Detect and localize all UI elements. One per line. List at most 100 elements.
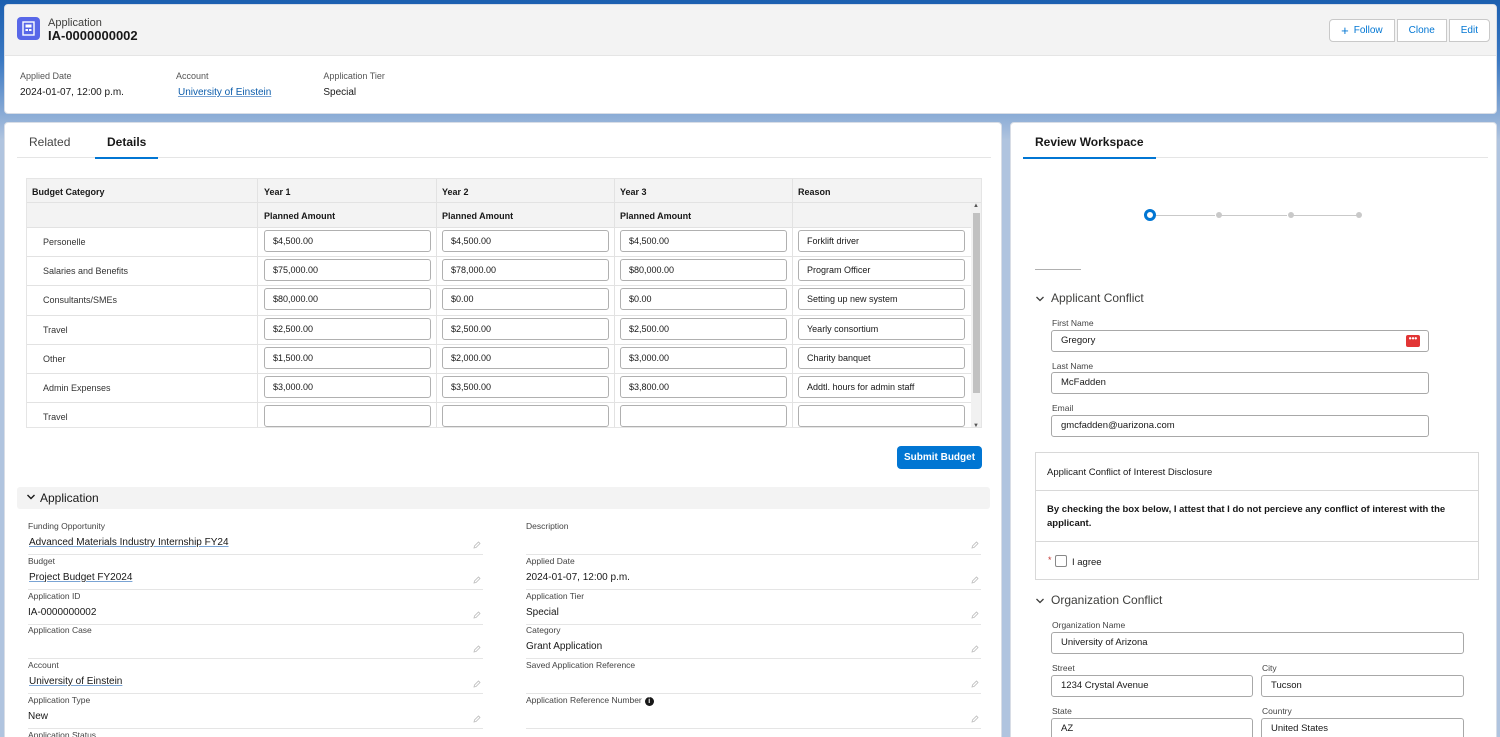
planned-amount-input-y3[interactable]: $0.00 — [620, 288, 787, 311]
planned-amount-input-y2[interactable]: $2,500.00 — [442, 317, 609, 340]
planned-amount-input-y3[interactable]: $4,500.00 — [620, 230, 787, 252]
planned-amount-input-y2[interactable]: $2,000.00 — [442, 346, 609, 369]
edit-pencil-icon[interactable] — [473, 641, 481, 656]
edit-pencil-icon[interactable] — [971, 572, 979, 587]
budget-category-cell: Travel — [43, 412, 68, 423]
edit-pencil-icon[interactable] — [473, 607, 481, 622]
field-saved-application-reference: Saved Application Reference — [526, 660, 981, 695]
reason-input[interactable]: Forklift driver — [798, 230, 965, 252]
planned-amount-input-y1[interactable]: $75,000.00 — [264, 259, 431, 282]
info-icon[interactable]: i — [644, 697, 654, 706]
review-tabset: Review Workspace — [1023, 129, 1488, 159]
scroll-up-arrow-icon[interactable]: ▲ — [973, 203, 979, 209]
planned-amount-input-y2[interactable]: $78,000.00 — [442, 259, 609, 282]
planned-amount-input-y2[interactable] — [442, 405, 609, 427]
planned-amount-input-y1[interactable] — [264, 405, 431, 427]
field-description: Description — [526, 521, 981, 555]
planned-amount-input-y2[interactable]: $3,500.00 — [442, 376, 609, 398]
scroll-thumb[interactable] — [973, 213, 980, 393]
planned-amount-input-y3[interactable]: $3,000.00 — [620, 346, 787, 369]
scroll-down-arrow-icon[interactable]: ▼ — [973, 423, 979, 427]
planned-amount-input-y1[interactable]: $3,000.00 — [264, 376, 431, 398]
col-year-2: Year 2 — [442, 187, 469, 197]
planned-amount-input-y3[interactable] — [620, 405, 787, 427]
organization-conflict-header[interactable]: Organization Conflict — [1035, 593, 1162, 607]
applicant-conflict-header[interactable]: Applicant Conflict — [1035, 291, 1144, 305]
agree-checkbox-label[interactable]: I agree — [1072, 557, 1102, 568]
tab-review-workspace[interactable]: Review Workspace — [1023, 135, 1156, 159]
required-marker: * — [1048, 555, 1052, 565]
reason-input[interactable]: Yearly consortium — [798, 317, 965, 340]
street-input[interactable]: 1234 Crystal Avenue — [1051, 675, 1253, 697]
edit-pencil-icon[interactable] — [473, 711, 481, 726]
application-section-header[interactable]: Application — [17, 487, 990, 509]
path-step-2[interactable] — [1216, 212, 1222, 218]
path-step-1[interactable] — [1144, 209, 1156, 221]
conflict-of-interest-disclosure: Applicant Conflict of Interest Disclosur… — [1035, 452, 1479, 580]
password-manager-icon[interactable]: ••• — [1406, 335, 1420, 347]
edit-pencil-icon[interactable] — [473, 537, 481, 552]
budget-table-scrollbar[interactable]: ▲ ▼ — [971, 203, 981, 427]
country-input[interactable]: United States — [1261, 718, 1464, 737]
first-name-input[interactable]: Gregory ••• — [1051, 330, 1429, 352]
first-name-label: First Name — [1052, 318, 1094, 328]
budget-table: Budget Category Year 1 Year 2 Year 3 Rea… — [26, 178, 982, 428]
email-label: Email — [1052, 403, 1074, 413]
detail-tabset: Related Details — [17, 129, 991, 159]
field-applied-date: Applied Date 2024-01-07, 12:00 p.m. — [526, 556, 981, 590]
field-application-tier: Application Tier Special — [526, 591, 981, 625]
coi-attestation-text: By checking the box below, I attest that… — [1047, 504, 1446, 529]
chevron-down-icon — [1036, 598, 1044, 604]
col-year-1: Year 1 — [264, 187, 291, 197]
reason-input[interactable]: Charity banquet — [798, 346, 965, 369]
col-reason: Reason — [798, 187, 831, 197]
state-input[interactable]: AZ — [1051, 718, 1253, 737]
reason-input[interactable]: Addtl. hours for admin staff — [798, 376, 965, 398]
record-detail-panel: Related Details Budget Category Year 1 Y… — [4, 122, 1002, 737]
org-name-label: Organization Name — [1052, 620, 1126, 630]
field-funding-opportunity: Funding Opportunity Advanced Materials In… — [28, 521, 483, 555]
edit-pencil-icon[interactable] — [473, 676, 481, 691]
tab-details[interactable]: Details — [95, 135, 159, 159]
edit-pencil-icon[interactable] — [971, 641, 979, 656]
reason-input[interactable]: Setting up new system — [798, 288, 965, 311]
edit-pencil-icon[interactable] — [971, 711, 979, 726]
account-link[interactable]: University of Einstein — [178, 87, 271, 98]
planned-amount-input-y1[interactable]: $80,000.00 — [264, 288, 431, 311]
budget-category-cell: Salaries and Benefits — [43, 266, 129, 277]
follow-button[interactable]: + Follow — [1329, 19, 1395, 42]
clone-button[interactable]: Clone — [1396, 19, 1447, 42]
planned-amount-input-y1[interactable]: $4,500.00 — [264, 230, 431, 252]
tab-related[interactable]: Related — [29, 135, 70, 157]
planned-amount-input-y2[interactable]: $4,500.00 — [442, 230, 609, 252]
org-name-input[interactable]: University of Arizona — [1051, 632, 1464, 654]
review-workspace-panel: Review Workspace Applicant Conflict Firs… — [1010, 122, 1497, 737]
edit-button[interactable]: Edit — [1448, 19, 1490, 42]
reason-input[interactable] — [798, 405, 965, 427]
budget-category-cell: Travel — [43, 324, 68, 335]
chevron-down-icon — [27, 494, 35, 500]
edit-pencil-icon[interactable] — [971, 676, 979, 691]
planned-amount-input-y3[interactable]: $80,000.00 — [620, 259, 787, 282]
planned-amount-input-y3[interactable]: $2,500.00 — [620, 317, 787, 340]
path-step-4[interactable] — [1356, 212, 1362, 218]
path-step-3[interactable] — [1288, 212, 1294, 218]
record-highlights: Application IA-0000000002 + Follow Clone… — [4, 4, 1497, 114]
submit-budget-button[interactable]: Submit Budget — [897, 446, 982, 469]
edit-pencil-icon[interactable] — [971, 607, 979, 622]
planned-amount-input-y2[interactable]: $0.00 — [442, 288, 609, 311]
planned-amount-input-y1[interactable]: $1,500.00 — [264, 346, 431, 369]
planned-amount-input-y3[interactable]: $3,800.00 — [620, 376, 787, 398]
reason-input[interactable]: Program Officer — [798, 259, 965, 282]
city-input[interactable]: Tucson — [1261, 675, 1464, 697]
planned-amount-input-y1[interactable]: $2,500.00 — [264, 317, 431, 340]
edit-pencil-icon[interactable] — [971, 537, 979, 552]
email-input[interactable]: gmcfadden@uarizona.com — [1051, 415, 1429, 437]
budget-category-cell: Other — [43, 353, 66, 364]
last-name-input[interactable]: McFadden — [1051, 372, 1429, 394]
country-label: Country — [1262, 706, 1292, 716]
edit-pencil-icon[interactable] — [473, 572, 481, 587]
field-application-status: Application Status — [28, 730, 483, 737]
agree-checkbox[interactable] — [1055, 555, 1067, 567]
field-budget: Budget Project Budget FY2024 — [28, 556, 483, 590]
